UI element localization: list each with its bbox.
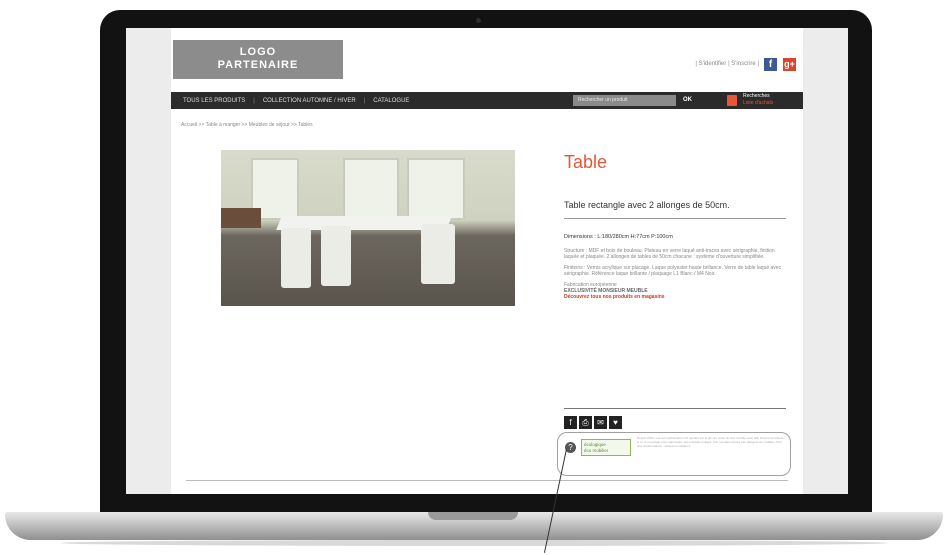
search-input[interactable]: Rechercher un produit [573, 95, 676, 106]
share-bar: f ⎙ ✉ ♥ [564, 416, 622, 429]
web-page: LOGO PARTENAIRE | S'identifier | S'inscr… [171, 28, 803, 494]
main-navigation: TOUS LES PRODUITS | COLLECTION AUTOMNE /… [171, 92, 803, 109]
photo-chair [281, 228, 311, 288]
help-icon[interactable]: ? [565, 442, 576, 453]
laptop-camera [476, 18, 481, 23]
print-icon[interactable]: ⎙ [579, 416, 592, 429]
photo-window [407, 158, 465, 220]
email-icon[interactable]: ✉ [594, 416, 607, 429]
description-structure: Structure : MDF et bois de bouleau. Plat… [564, 248, 775, 260]
nav-item-catalogue[interactable]: CATALOGUE [373, 98, 409, 104]
divider [564, 408, 786, 409]
laptop-shadow [60, 540, 888, 546]
laptop-notch [428, 512, 518, 520]
cart-title[interactable]: Recherches [743, 93, 770, 99]
photo-sideboard [221, 208, 261, 228]
photo-window [343, 158, 399, 220]
nav-separator: | [253, 97, 255, 104]
facebook-icon[interactable]: f [564, 416, 577, 429]
nav-item-collection[interactable]: COLLECTION AUTOMNE / HIVER [263, 98, 356, 104]
laptop-screen: LOGO PARTENAIRE | S'identifier | S'inscr… [126, 28, 848, 494]
google-plus-icon[interactable]: g+ [783, 58, 796, 71]
footer-divider [186, 480, 788, 481]
breadcrumb[interactable]: Accueil >> Table à manger >> Meubles de … [181, 122, 313, 128]
photo-chair [421, 224, 455, 284]
account-links[interactable]: | S'identifier | S'inscrire | [695, 61, 759, 67]
product-subtitle: Table rectangle avec 2 allonges de 50cm. [564, 200, 730, 210]
description-finishes: Finitions : Vernis acrylique sur placage… [564, 265, 782, 277]
cart-subtitle[interactable]: Liste d'achats [743, 100, 773, 106]
logo-line-1: LOGO [239, 46, 277, 58]
eco-mobilier-logo: écologique éco mobilier [581, 439, 631, 456]
logo-line-2: PARTENAIRE [217, 59, 299, 71]
product-title: Table [564, 152, 608, 172]
nav-separator: | [363, 97, 366, 104]
divider [564, 218, 786, 219]
nav-item-all-products[interactable]: TOUS LES PRODUITS [183, 98, 245, 104]
eco-participation-text: Depuis 2013, une éco-participation est a… [637, 436, 785, 448]
partner-logo[interactable]: LOGO PARTENAIRE [173, 40, 343, 79]
facebook-icon[interactable]: f [764, 58, 777, 71]
heart-icon[interactable]: ♥ [609, 416, 622, 429]
photo-chair [321, 226, 351, 286]
product-photo[interactable] [221, 150, 515, 306]
product-description: Structure : MDF et bois de bouleau. Plat… [564, 248, 784, 300]
search-button[interactable]: OK [683, 95, 692, 106]
promo-link[interactable]: Découvrez tous nos produits en magasins [564, 294, 784, 300]
cart-icon[interactable] [727, 95, 737, 106]
product-dimensions: Dimensions : L:180/280cm H:77cm P:100cm [564, 234, 673, 240]
eco-logo-line-2: éco mobilier [584, 448, 609, 453]
